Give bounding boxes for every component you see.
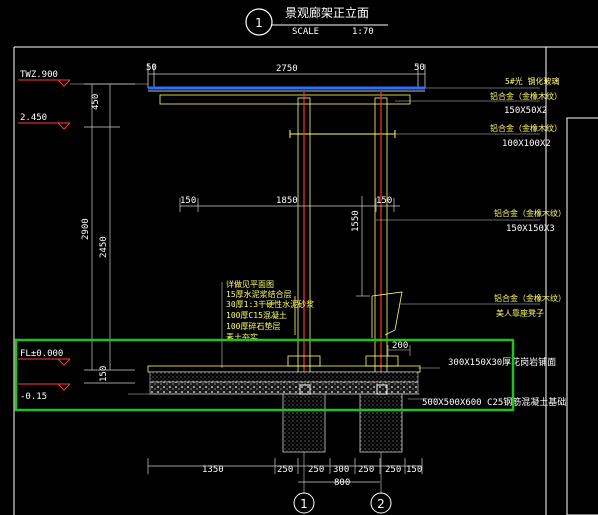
note-bench: 美人靠座凳子 (496, 308, 544, 318)
dim-bottom-250b: 250 (308, 465, 324, 475)
level-bottom-label: -0.15 (20, 392, 47, 402)
title-text: 景观廊架正立面 (285, 5, 369, 20)
dim-v-150: 150 (99, 366, 109, 382)
note-column-size: 150X150X3 (506, 224, 555, 234)
level-beam-label: 2.450 (20, 113, 47, 123)
level-marker-bottom (18, 383, 71, 391)
dim-bottom-250d: 250 (385, 465, 401, 475)
level-floor-label: FL±0.000 (20, 349, 63, 359)
level-top-label: TWZ.900 (20, 70, 58, 80)
dim-bottom-1350: 1350 (202, 465, 224, 475)
layer-callout-3: 30厚1:3干硬性水泥砂浆 (226, 299, 314, 309)
note-leaders (376, 87, 540, 400)
dim-v-2900: 2900 (81, 218, 91, 240)
dim-v-2450: 2450 (99, 236, 109, 258)
level-marker-top (18, 79, 148, 87)
axis-label-2: 2 (377, 497, 385, 511)
dim-h-1850: 1850 (276, 196, 298, 206)
ground-slab (128, 365, 421, 395)
note-column-material: 铝合金（金橡木纹） (494, 208, 566, 218)
scale-label: SCALE (292, 27, 319, 37)
axis-marker-2: 2 (370, 452, 392, 514)
axis-marker-1: 1 (293, 452, 315, 514)
note-paving: 300X150X30厚花岗岩铺面 (448, 356, 556, 368)
note-foundation: 500X500X600 C25钢筋混凝土基础 (422, 396, 566, 408)
layer-callout-1: 详做见平面图 (226, 279, 274, 289)
layer-callout-5: 100厚碎石垫层 (226, 321, 280, 331)
note-bench-material: 铝合金（金橡木纹） (494, 293, 566, 303)
title-number: 1 (255, 16, 263, 30)
dim-h-150b: 150 (376, 196, 392, 206)
dim-bottom-800: 800 (334, 478, 350, 488)
bench-seat (294, 291, 403, 338)
level-marker-floor (18, 358, 71, 366)
left-vertical-dimensions (84, 83, 135, 384)
layer-callout-4: 100厚C15混凝土 (226, 310, 287, 320)
dim-v-450: 450 (91, 94, 101, 110)
dim-top-left: 50 (146, 63, 157, 73)
note-crossbar-size: 100X100X2 (502, 139, 551, 149)
top-beam (159, 94, 411, 138)
dim-bottom-250c: 250 (358, 465, 374, 475)
dim-top-span: 2750 (276, 64, 298, 74)
dim-bottom-150: 150 (406, 465, 422, 475)
layer-callout-2: 15厚水泥浆结合层 (226, 289, 292, 299)
cad-drawing-canvas: 1 景观廊架正立面 SCALE 1:70 50 2750 50 TWZ.900 … (13, 5, 598, 515)
note-beam-material: 铝合金（金橡木纹） (490, 91, 562, 101)
dim-v-1550: 1550 (351, 210, 361, 232)
scale-value: 1:70 (352, 27, 374, 37)
dim-h-150a: 150 (180, 196, 196, 206)
note-crossbar-material: 铝合金（金橡木纹） (490, 123, 562, 133)
dim-bottom-300: 300 (333, 465, 349, 475)
drawing-title-block: 1 景观廊架正立面 SCALE 1:70 (245, 5, 388, 37)
column-1 (297, 92, 311, 395)
dim-bottom-250a: 250 (277, 465, 293, 475)
axis-label-1: 1 (300, 497, 308, 511)
layer-callouts: 详做见平面图 15厚水泥浆结合层 30厚1:3干硬性水泥砂浆 100厚C15混凝… (226, 279, 314, 342)
foundation-footings (282, 384, 403, 453)
dim-top-right: 50 (414, 63, 425, 73)
side-panel-frame (566, 117, 598, 515)
note-glass: 5#光 钢化玻璃 (505, 76, 559, 86)
note-beam-size: 150X50X2 (504, 106, 547, 116)
level-marker-beam (18, 122, 71, 130)
dim-200: 200 (392, 341, 408, 351)
column-2 (374, 92, 388, 395)
